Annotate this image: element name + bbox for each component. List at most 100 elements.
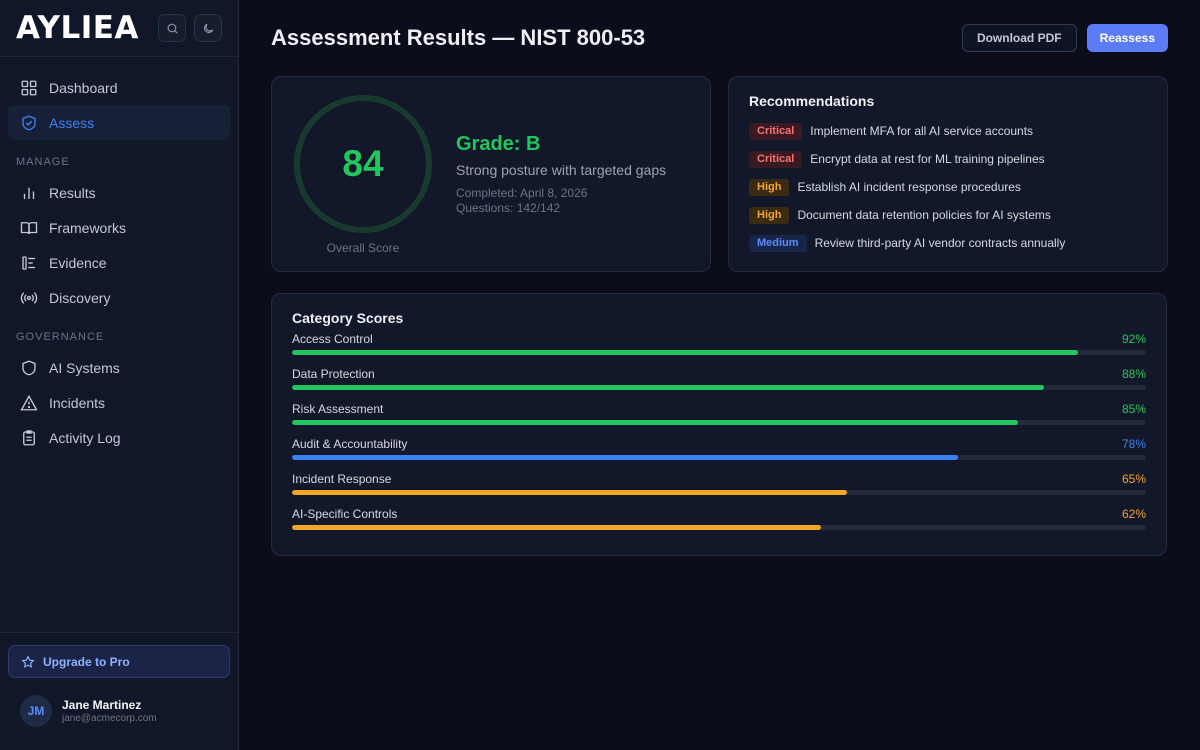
category-row: Incident Response 65%: [292, 471, 1146, 506]
recommendation-text: Encrypt data at rest for ML training pip…: [810, 152, 1045, 166]
sidebar-item-ai-systems[interactable]: AI Systems: [8, 350, 230, 385]
category-progress-fill: [292, 490, 848, 495]
category-progress-track: [292, 455, 1146, 460]
avatar: JM: [20, 695, 52, 727]
category-name: Incident Response: [292, 472, 392, 486]
severity-badge: High: [749, 206, 790, 224]
user-email: jane@acmecorp.com: [62, 713, 157, 724]
category-progress-fill: [292, 455, 959, 460]
alert-triangle-icon: [20, 394, 38, 410]
sidebar-item-label: Results: [49, 184, 96, 201]
user-name: Jane Martinez: [62, 698, 142, 712]
recommendation-item[interactable]: High Document data retention policies fo…: [749, 201, 1147, 229]
shield-icon: [22, 360, 36, 375]
page-header: Assessment Results — NIST 800-53 Downloa…: [271, 24, 1168, 52]
recommendation-item[interactable]: Medium Review third-party AI vendor cont…: [749, 229, 1147, 257]
completed-date: Completed: April 8, 2026: [456, 186, 588, 200]
sidebar-item-discovery[interactable]: Discovery: [8, 280, 230, 315]
reassess-button[interactable]: Reassess: [1086, 24, 1168, 52]
category-progress-track: [292, 350, 1146, 355]
sidebar-item-frameworks[interactable]: Frameworks: [8, 210, 230, 245]
radio-waves-icon: [20, 291, 38, 304]
overall-score-value: 84: [342, 143, 384, 184]
upgrade-label: Upgrade to Pro: [43, 654, 130, 669]
section-label-manage: MANAGE: [16, 156, 70, 168]
category-name: Data Protection: [292, 367, 375, 381]
bar-chart-icon: [23, 187, 35, 199]
sidebar-nav: Dashboard Assess MANAGE Results Framewor…: [0, 57, 238, 455]
section-label-governance: GOVERNANCE: [16, 331, 105, 343]
sidebar-item-incidents[interactable]: Incidents: [8, 385, 230, 420]
category-progress-fill: [292, 420, 1018, 425]
sidebar-item-label: AI Systems: [49, 359, 120, 376]
recommendation-item[interactable]: Critical Implement MFA for all AI servic…: [749, 117, 1147, 145]
grade-block: Grade: B Strong posture with targeted ga…: [456, 133, 666, 216]
category-progress-track: [292, 490, 1146, 495]
sidebar-item-label: Incidents: [49, 394, 106, 411]
search-icon: [167, 23, 178, 34]
sidebar-item-evidence[interactable]: Evidence: [8, 245, 230, 280]
overall-score-label: Overall Score: [326, 241, 400, 255]
category-row: Data Protection 88%: [292, 366, 1146, 401]
page-title: Assessment Results — NIST 800-53: [271, 25, 646, 50]
category-progress-track: [292, 525, 1146, 530]
recommendation-text: Document data retention policies for AI …: [797, 208, 1051, 222]
sidebar-item-label: Assess: [49, 114, 95, 131]
recommendation-text: Review third-party AI vendor contracts a…: [814, 236, 1066, 250]
category-scores-card: Category Scores Access Control 92% Data …: [271, 293, 1167, 556]
category-percent: 78%: [1121, 437, 1146, 451]
sidebar-item-results[interactable]: Results: [8, 175, 230, 210]
recommendation-item[interactable]: High Establish AI incident response proc…: [749, 173, 1147, 201]
sidebar-item-dashboard[interactable]: Dashboard: [8, 70, 230, 105]
category-progress-fill: [292, 385, 1044, 390]
score-ring: 84: [292, 93, 434, 235]
upgrade-button[interactable]: Upgrade to Pro: [8, 645, 230, 678]
severity-badge: Critical: [749, 150, 803, 168]
recommendations-list: Critical Implement MFA for all AI servic…: [749, 117, 1147, 257]
recommendations-title: Recommendations: [749, 93, 875, 109]
brand-logo[interactable]: AYLIEA: [16, 12, 150, 44]
category-progress-track: [292, 420, 1146, 425]
severity-badge: Critical: [749, 122, 803, 140]
category-row: AI-Specific Controls 62%: [292, 506, 1146, 541]
category-progress-track: [292, 385, 1146, 390]
category-percent: 62%: [1121, 507, 1146, 521]
category-scores-title: Category Scores: [292, 310, 404, 326]
severity-badge: Medium: [749, 234, 807, 252]
theme-toggle-button[interactable]: [194, 14, 222, 42]
grade-summary: Strong posture with targeted gaps: [456, 162, 667, 178]
category-row: Audit & Accountability 78%: [292, 436, 1146, 471]
sidebar: AYLIEA Dashboard Assess MANAGE Results F…: [0, 0, 239, 750]
clipboard-icon: [23, 429, 35, 445]
book-icon: [20, 221, 38, 234]
category-name: Audit & Accountability: [292, 437, 408, 451]
category-percent: 85%: [1121, 402, 1146, 416]
recommendation-text: Establish AI incident response procedure…: [797, 180, 1021, 194]
category-percent: 92%: [1121, 332, 1146, 346]
sidebar-item-assess[interactable]: Assess: [8, 105, 230, 140]
download-pdf-button[interactable]: Download PDF: [961, 24, 1077, 52]
evidence-icon: [22, 255, 35, 270]
user-profile[interactable]: JM Jane Martinez jane@acmecorp.com: [8, 678, 230, 727]
score-card: 84 Overall Score Grade: B Strong posture…: [271, 76, 711, 272]
severity-badge: High: [749, 178, 790, 196]
shield-check-icon: [22, 115, 36, 130]
recommendation-item[interactable]: Critical Encrypt data at rest for ML tra…: [749, 145, 1147, 173]
recommendations-card: Recommendations Critical Implement MFA f…: [728, 76, 1168, 272]
recommendation-text: Implement MFA for all AI service account…: [810, 124, 1034, 138]
moon-icon: [203, 23, 213, 33]
sidebar-item-label: Evidence: [49, 254, 107, 271]
sidebar-item-label: Dashboard: [49, 79, 118, 96]
category-name: Access Control: [292, 332, 373, 346]
category-row: Access Control 92%: [292, 331, 1146, 366]
search-button[interactable]: [158, 14, 186, 42]
brand-bar: AYLIEA: [0, 0, 238, 57]
category-list: Access Control 92% Data Protection 88% R…: [292, 331, 1146, 541]
category-name: Risk Assessment: [292, 402, 384, 416]
sidebar-item-label: Frameworks: [49, 219, 127, 236]
grade-label: Grade: B: [456, 133, 541, 155]
sidebar-item-activity-log[interactable]: Activity Log: [8, 420, 230, 455]
category-percent: 88%: [1121, 367, 1146, 381]
category-percent: 65%: [1121, 472, 1146, 486]
grid-icon: [21, 80, 37, 95]
